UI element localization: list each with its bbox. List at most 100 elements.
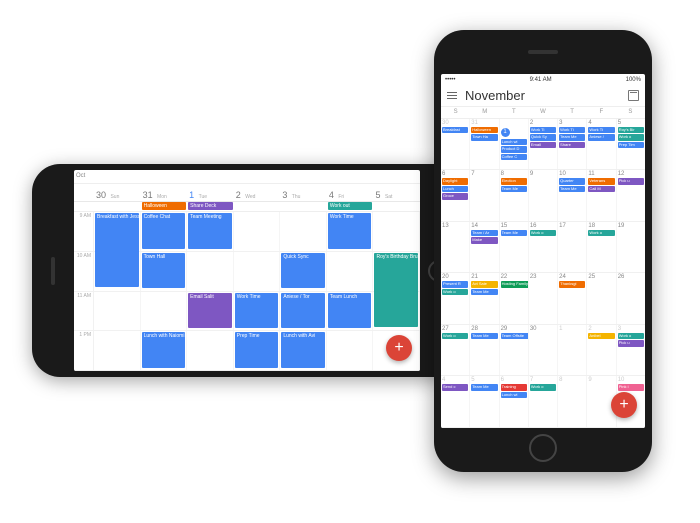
week-grid[interactable]: 9 AMBreakfast with JessCoffee ChatTeam M… <box>74 212 420 371</box>
day-cell[interactable]: 1 <box>558 325 587 375</box>
calendar-event[interactable]: Work o <box>442 333 468 339</box>
calendar-event[interactable]: Email <box>530 142 556 148</box>
day-cell[interactable]: 21Avi SaleTeam Me <box>470 273 499 323</box>
calendar-event[interactable]: Prep Tim <box>618 142 644 148</box>
calendar-event[interactable]: Work o <box>618 333 644 339</box>
calendar-event[interactable]: Work Time <box>328 213 372 249</box>
hour-cell[interactable]: Breakfast with Jess <box>94 212 141 251</box>
calendar-event[interactable]: Team Me <box>471 289 497 295</box>
hour-cell[interactable]: Aniese / Tor <box>280 292 327 331</box>
fab-add[interactable]: + <box>386 335 412 361</box>
day-cell[interactable]: 8ElectionTeam Me <box>500 170 529 220</box>
day-header[interactable]: 3 Thu <box>280 184 327 201</box>
calendar-event[interactable]: Lunch <box>442 186 468 192</box>
calendar-event[interactable]: Veterans <box>588 178 614 184</box>
day-cell[interactable]: 12Pick u <box>617 170 645 220</box>
day-cell[interactable]: 23 <box>529 273 558 323</box>
calendar-event[interactable]: Quick Sy <box>530 134 556 140</box>
calendar-event[interactable]: Team Me <box>501 186 527 192</box>
calendar-event[interactable]: Present R <box>442 281 468 287</box>
day-cell[interactable]: 6DaylightLunchGroce <box>441 170 470 220</box>
allday-event[interactable]: Work out <box>328 202 373 210</box>
day-header[interactable]: 2 Wed <box>234 184 281 201</box>
calendar-event[interactable]: Town Ha <box>471 134 497 140</box>
day-header[interactable]: 31 Mon <box>141 184 188 201</box>
day-header[interactable]: 30 Sun <box>94 184 141 201</box>
hour-cell[interactable]: Team Meeting <box>187 212 234 251</box>
calendar-event[interactable]: Coffee Chat <box>142 213 186 249</box>
hour-cell[interactable] <box>187 331 234 370</box>
calendar-event[interactable]: Work o <box>588 230 614 236</box>
calendar-event[interactable]: Pick u <box>618 178 644 184</box>
day-cell[interactable]: 2Work TiQuick SyEmail <box>529 119 558 169</box>
day-cell[interactable]: 7Work o <box>529 376 558 426</box>
allday-event[interactable]: Halloween <box>142 202 187 210</box>
calendar-event[interactable]: Team Lunch <box>328 293 372 329</box>
calendar-event[interactable]: Breakfast <box>442 127 468 133</box>
calendar-event[interactable]: Team Me <box>559 134 585 140</box>
hour-cell[interactable] <box>187 252 234 291</box>
calendar-event[interactable]: Town Hall <box>142 253 186 289</box>
hour-cell[interactable] <box>94 252 141 291</box>
day-cell[interactable]: 28Team Me <box>470 325 499 375</box>
day-cell[interactable]: 22Hosting Family for Thanksgiving <box>500 273 529 323</box>
hour-cell[interactable]: Email Salit <box>187 292 234 331</box>
calendar-event[interactable]: Thanksgi <box>559 281 585 287</box>
calendar-event[interactable]: Pink i <box>618 384 644 390</box>
day-cell[interactable]: 24Thanksgi <box>558 273 587 323</box>
calendar-event[interactable]: Team Me <box>471 333 497 339</box>
calendar-event[interactable]: Call M <box>588 186 614 192</box>
calendar-event[interactable]: Avi Sale <box>471 281 497 287</box>
calendar-event[interactable]: Lunch with Naiomi <box>142 332 186 368</box>
hour-cell[interactable] <box>373 212 420 251</box>
calendar-event[interactable]: Coffee C <box>501 154 527 160</box>
day-cell[interactable]: 17 <box>558 222 587 272</box>
hour-cell[interactable]: Lunch with Naiomi <box>141 331 188 370</box>
hour-cell[interactable]: Lunch with Avi <box>280 331 327 370</box>
calendar-event[interactable]: Email Salit <box>188 293 232 329</box>
day-cell[interactable]: 3Work oPick u <box>617 325 645 375</box>
day-cell[interactable]: 5Roy's BirWork oPrep Tim <box>617 119 645 169</box>
calendar-event[interactable]: Work o <box>530 230 556 236</box>
day-cell[interactable]: 27Work o <box>441 325 470 375</box>
calendar-event[interactable]: Product D <box>501 146 527 152</box>
hour-cell[interactable]: Team Lunch <box>327 292 374 331</box>
day-cell[interactable]: 16Work o <box>529 222 558 272</box>
calendar-event[interactable]: Pick u <box>618 340 644 346</box>
day-cell[interactable]: 25 <box>587 273 616 323</box>
day-cell[interactable]: 26 <box>617 273 645 323</box>
calendar-event[interactable]: Work o <box>530 384 556 390</box>
hour-cell[interactable] <box>94 331 141 370</box>
calendar-event[interactable]: Team Offsite <box>501 333 529 339</box>
calendar-event[interactable]: Work o <box>442 289 468 295</box>
calendar-event[interactable]: Lunch with Avi <box>281 332 325 368</box>
calendar-event[interactable]: Work Ti <box>530 127 556 133</box>
hour-cell[interactable]: Town Hall <box>141 252 188 291</box>
calendar-event[interactable]: Election <box>501 178 527 184</box>
calendar-event[interactable]: Team Me <box>471 384 497 390</box>
hour-cell[interactable] <box>234 212 281 251</box>
hour-cell[interactable]: Work Time <box>327 212 374 251</box>
day-cell[interactable]: 4Work TiAniese / <box>587 119 616 169</box>
calendar-event[interactable]: Hosting Family for Thanksgiving <box>501 281 529 287</box>
hour-cell[interactable] <box>327 252 374 291</box>
day-cell[interactable]: 8 <box>558 376 587 426</box>
calendar-event[interactable]: Quarter <box>559 178 585 184</box>
calendar-event[interactable]: Team Meeting <box>188 213 232 249</box>
calendar-event[interactable]: Lunch wi <box>501 392 527 398</box>
day-cell[interactable]: 5Team Me <box>470 376 499 426</box>
day-cell[interactable]: 19 <box>617 222 645 272</box>
hour-cell[interactable] <box>94 292 141 331</box>
hour-cell[interactable]: Quick Sync <box>280 252 327 291</box>
calendar-event[interactable]: Aniese / Tor <box>281 293 325 329</box>
calendar-event[interactable]: Work Time <box>235 293 279 329</box>
day-cell[interactable]: 31HalloweenTown Ha <box>470 119 499 169</box>
day-header[interactable]: 1 Tue <box>187 184 234 201</box>
calendar-event[interactable]: Prep Time <box>235 332 279 368</box>
day-cell[interactable]: 18Work o <box>587 222 616 272</box>
month-title[interactable]: November <box>465 88 525 103</box>
hour-cell[interactable]: Prep Time <box>234 331 281 370</box>
hour-cell[interactable]: Roy's Birthday Brunch <box>373 252 420 291</box>
calendar-event[interactable]: Work Ti <box>559 127 585 133</box>
day-cell[interactable]: 30 <box>529 325 558 375</box>
